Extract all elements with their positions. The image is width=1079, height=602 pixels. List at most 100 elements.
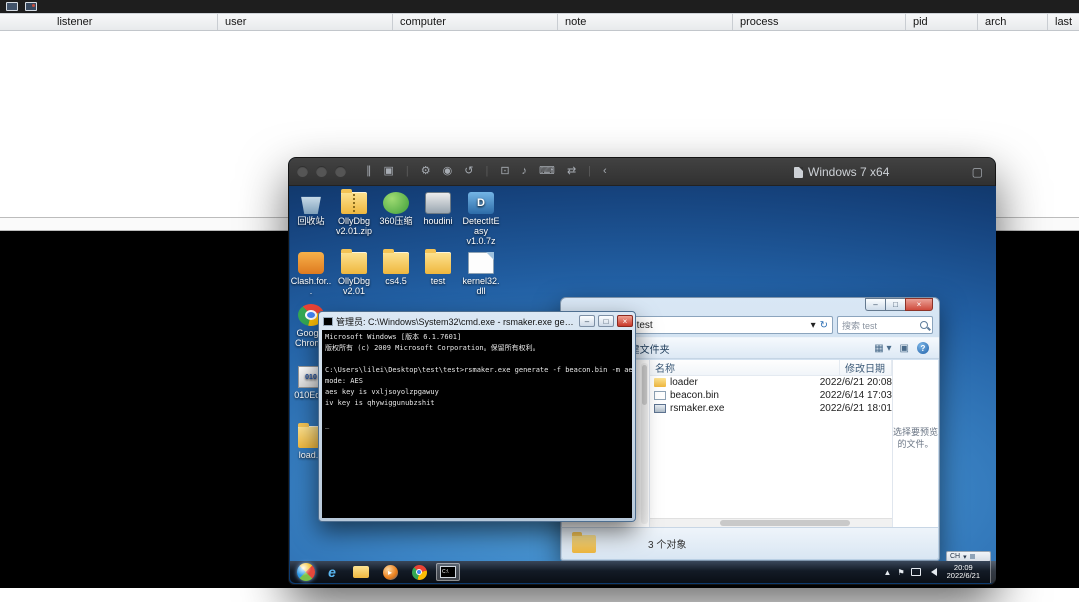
zoom-button[interactable] bbox=[335, 166, 346, 177]
maximize-button[interactable]: □ bbox=[598, 315, 614, 327]
preview-pane-icon[interactable]: ▣ bbox=[900, 343, 909, 354]
document-icon bbox=[794, 166, 803, 178]
windows-desktop[interactable]: 回收站 OllyDbg v2.01.zip 360压缩 houdini D De… bbox=[290, 186, 996, 563]
network-icon[interactable] bbox=[910, 568, 921, 576]
details-pane: 3 个对象 bbox=[562, 527, 938, 559]
column-header-computer[interactable]: computer bbox=[393, 14, 558, 30]
start-button[interactable] bbox=[297, 563, 315, 581]
restore-icon[interactable]: ↺ bbox=[464, 166, 473, 177]
scrollbar-thumb[interactable] bbox=[720, 520, 850, 526]
column-header-process[interactable]: process bbox=[733, 14, 906, 30]
taskbar-media-player[interactable]: ▸ bbox=[378, 563, 402, 581]
console-line: C:\Users\lilei\Desktop\test\test>rsmaker… bbox=[325, 366, 632, 374]
maximize-button[interactable]: □ bbox=[885, 298, 905, 311]
folder-icon bbox=[383, 249, 409, 274]
desktop-icon-recycle-bin[interactable]: 回收站 bbox=[290, 192, 332, 226]
taskbar-explorer[interactable] bbox=[349, 563, 373, 581]
vm-titlebar[interactable]: ∥ ▣ | ⚙ ◉ ↺ | ⊡ ♪ ⌨ ⇄ | ‹ Windows 7 x64 … bbox=[289, 158, 995, 186]
language-options-icon[interactable] bbox=[969, 554, 975, 559]
vm-window: ∥ ▣ | ⚙ ◉ ↺ | ⊡ ♪ ⌨ ⇄ | ‹ Windows 7 x64 … bbox=[288, 157, 996, 585]
column-header-last[interactable]: last bbox=[1048, 14, 1079, 30]
taskbar-chrome[interactable] bbox=[407, 563, 431, 581]
file-date: 2022/6/21 18:01 bbox=[819, 403, 892, 414]
zip-folder-icon bbox=[341, 189, 367, 214]
volume-icon[interactable] bbox=[927, 568, 937, 576]
file-row-loader[interactable]: loader 2022/6/21 20:08 bbox=[650, 376, 892, 389]
minimize-button[interactable]: – bbox=[579, 315, 595, 327]
column-header-date[interactable]: 修改日期 bbox=[840, 360, 892, 375]
monitor-icon[interactable] bbox=[6, 2, 18, 11]
desktop-icon-houdini[interactable]: houdini bbox=[417, 192, 459, 226]
desktop-icon-label: OllyDbg v2.01.zip bbox=[335, 216, 373, 236]
views-icon[interactable]: ▦ ▾ bbox=[874, 343, 891, 354]
language-label[interactable]: CH bbox=[950, 553, 960, 560]
file-row-rsmaker-exe[interactable]: rsmaker.exe 2022/6/21 18:01 bbox=[650, 402, 892, 415]
snapshot-icon[interactable]: ◉ bbox=[443, 166, 453, 177]
desktop-icon-kernel32[interactable]: kernel32.dll bbox=[460, 252, 502, 296]
console-output[interactable]: Microsoft Windows [版本 6.1.7601] 版权所有 (c)… bbox=[322, 330, 632, 518]
desktop-icon-label: test bbox=[430, 276, 446, 286]
cmd-titlebar[interactable]: 管理员: C:\Windows\System32\cmd.exe - rsmak… bbox=[319, 312, 635, 329]
dropdown-icon[interactable]: ▾ bbox=[963, 553, 967, 561]
address-breadcrumb[interactable]: « test ▾ ↻ bbox=[607, 316, 833, 334]
desktop-icon-label: OllyDbg v2.01 bbox=[337, 276, 370, 296]
taskbar-clock[interactable]: 20:09 2022/6/21 bbox=[943, 564, 984, 580]
file-list-columns: 名称 修改日期 bbox=[650, 360, 892, 376]
column-header-name[interactable]: 名称 bbox=[650, 360, 840, 375]
settings-icon[interactable]: ⚙ bbox=[421, 166, 431, 177]
scrollbar-thumb[interactable] bbox=[642, 365, 647, 405]
camera-icon[interactable]: ⊡ bbox=[500, 166, 509, 177]
close-button[interactable] bbox=[297, 166, 308, 177]
horizontal-scrollbar[interactable] bbox=[650, 518, 892, 527]
toolbar-divider: | bbox=[485, 165, 489, 177]
screen: listener user computer note process pid … bbox=[0, 0, 1079, 602]
keyboard-icon[interactable]: ⌨ bbox=[539, 166, 555, 177]
desktop-icon-cs45[interactable]: cs4.5 bbox=[375, 249, 417, 286]
column-header-note[interactable]: note bbox=[558, 14, 733, 30]
minimize-button[interactable] bbox=[316, 166, 327, 177]
console-cursor: _ bbox=[325, 421, 330, 429]
nav-scrollbar[interactable] bbox=[641, 363, 648, 524]
cmd-title: 管理员: C:\Windows\System32\cmd.exe - rsmak… bbox=[336, 316, 576, 327]
refresh-icon[interactable]: ↻ bbox=[820, 320, 828, 331]
help-icon[interactable]: ? bbox=[917, 342, 929, 354]
tray-expand-icon[interactable]: ▲ bbox=[884, 568, 892, 577]
fullscreen-icon[interactable]: ▢ bbox=[972, 165, 983, 179]
file-list[interactable]: 名称 修改日期 loader 2022/6/21 20:08 beacon.bi… bbox=[650, 360, 892, 527]
recycle-bin-icon bbox=[301, 196, 321, 214]
column-header-listener[interactable]: listener bbox=[0, 14, 218, 30]
360zip-icon bbox=[383, 192, 409, 214]
dropdown-icon[interactable]: ▾ bbox=[811, 320, 816, 331]
search-input[interactable]: 搜索 test bbox=[837, 316, 933, 334]
preview-hint-line1: 选择要预览 bbox=[893, 427, 939, 437]
close-button[interactable]: × bbox=[617, 315, 633, 327]
folder-icon bbox=[425, 249, 451, 274]
item-count: 3 个对象 bbox=[648, 540, 687, 551]
show-desktop-button[interactable] bbox=[990, 561, 996, 583]
sound-icon[interactable]: ♪ bbox=[522, 166, 528, 177]
desktop-icon-ollydbg-zip[interactable]: OllyDbg v2.01.zip bbox=[333, 189, 375, 236]
desktop-icon-test[interactable]: test bbox=[417, 249, 459, 286]
action-center-icon[interactable]: ⚑ bbox=[897, 568, 904, 577]
file-name: beacon.bin bbox=[670, 390, 719, 401]
session-icon[interactable] bbox=[25, 2, 37, 11]
taskbar-cmd-active[interactable]: C:\ bbox=[436, 563, 460, 581]
taskbar-ie[interactable]: e bbox=[320, 563, 344, 581]
pause-icon[interactable]: ∥ bbox=[366, 166, 372, 177]
console-line: 版权所有 (c) 2009 Microsoft Corporation。保留所有… bbox=[325, 344, 540, 352]
desktop-icon-360zip[interactable]: 360压缩 bbox=[375, 192, 417, 226]
file-row-beacon-bin[interactable]: beacon.bin 2022/6/14 17:03 bbox=[650, 389, 892, 402]
close-button[interactable]: × bbox=[905, 298, 933, 311]
displays-icon[interactable]: ▣ bbox=[384, 166, 394, 177]
desktop-icon-ollydbg[interactable]: OllyDbg v2.01 bbox=[333, 249, 375, 296]
desktop-icon-clash[interactable]: Clash.for... bbox=[290, 252, 332, 296]
back-icon[interactable]: ‹ bbox=[603, 166, 607, 177]
beacons-table-header: listener user computer note process pid … bbox=[0, 13, 1079, 31]
desktop-icon-detectiteasy[interactable]: D DetectItEasy v1.0.7z bbox=[460, 192, 502, 246]
column-header-pid[interactable]: pid bbox=[906, 14, 978, 30]
desktop-icon-label: Clash.for... bbox=[290, 276, 332, 296]
share-icon[interactable]: ⇄ bbox=[567, 166, 576, 177]
column-header-arch[interactable]: arch bbox=[978, 14, 1048, 30]
column-header-user[interactable]: user bbox=[218, 14, 393, 30]
minimize-button[interactable]: – bbox=[865, 298, 885, 311]
